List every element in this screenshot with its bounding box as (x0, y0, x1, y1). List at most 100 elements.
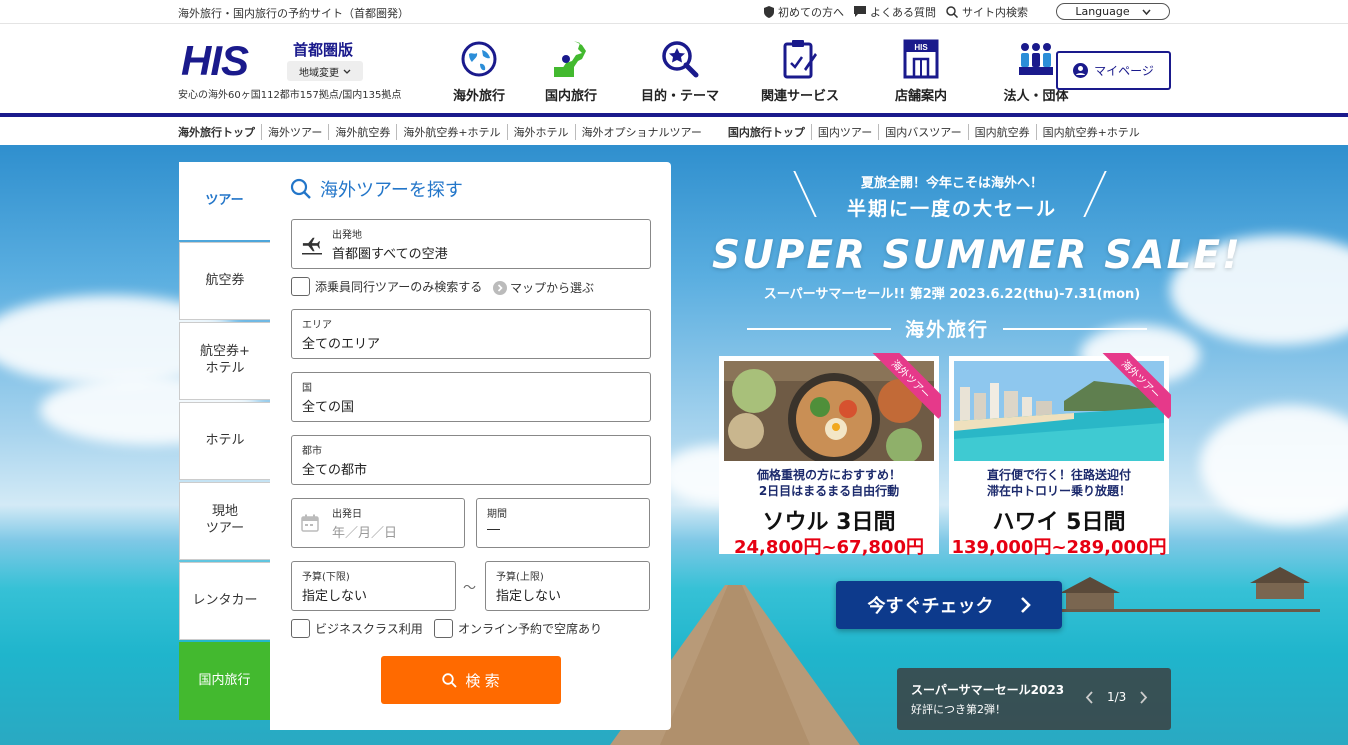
japan-map-icon (552, 37, 590, 81)
subnav-domestic-air[interactable]: 国内航空券 (967, 124, 1036, 140)
subnav-domestic-bus[interactable]: 国内バスツアー (878, 124, 967, 140)
online-available-checkbox[interactable]: オンライン予約で空席あり (434, 619, 602, 638)
tour-search-panel: 海外ツアーを探す 出発地 首都圏すべての空港 添乗員同行ツアーのみ検索する マッ… (270, 162, 671, 730)
subnav-overseas-air[interactable]: 海外航空券 (328, 124, 396, 140)
budget-separator: ～ (463, 581, 477, 596)
faq-link[interactable]: よくある質問 (854, 4, 936, 20)
nav-theme[interactable]: 目的・テーマ (618, 37, 742, 104)
slider-controls: 1/3 (1085, 690, 1148, 704)
cloud (1200, 405, 1348, 525)
subnav-overseas-air-hotel[interactable]: 海外航空券+ホテル (396, 124, 506, 140)
globe-icon (460, 37, 498, 81)
deal-card-seoul[interactable]: 海外ツアー 価格重視の方におすすめ！ 2日目はまるまる自由行動 ソウル 3日間 … (719, 353, 941, 558)
subnav-overseas-top[interactable]: 海外旅行トップ (178, 124, 261, 140)
site-search-link[interactable]: サイト内検索 (946, 4, 1028, 20)
budget-min-field[interactable]: 予算(下限) 指定しない (291, 561, 456, 611)
search-icon (442, 672, 458, 688)
tab-tour[interactable]: ツアー (179, 162, 270, 240)
nav-overseas[interactable]: 海外旅行 (434, 37, 524, 104)
deal-destination: ハワイ 5日間 (992, 510, 1126, 535)
slide-title: スーパーサマーセール2023 (911, 683, 1065, 697)
main-header: HIS 首都圏版 地域変更 安心の海外60ヶ国112都市157拠点/国内135拠… (0, 25, 1348, 114)
svg-text:HIS: HIS (181, 37, 249, 83)
city-field[interactable]: 都市 全ての都市 (291, 435, 651, 485)
business-class-checkbox[interactable]: ビジネスクラス利用 (291, 619, 423, 638)
search-panel-title: 海外ツアーを探す (290, 176, 463, 202)
utility-links: 初めての方へ よくある質問 サイト内検索 Language (764, 3, 1170, 20)
sub-nav-list: 海外旅行トップ 海外ツアー 海外航空券 海外航空券+ホテル 海外ホテル 海外オプ… (178, 124, 1146, 140)
chevron-right-icon (1020, 596, 1031, 614)
slide-counter: 1/3 (1107, 690, 1127, 704)
deal-price: 24,800円~67,800円 (733, 537, 924, 558)
sale-headline: SUPER SUMMER SALE! (712, 233, 1242, 278)
map-select-link[interactable]: マップから選ぶ (493, 279, 594, 296)
deal-description: 直行便で行く！往路送迎付 滞在中トロリー乗り放題！ (986, 468, 1131, 499)
promo-header: 夏旅全開！今年こそは海外へ！ 半期に一度の大セール (846, 176, 1057, 220)
mypage-button[interactable]: マイページ (1056, 51, 1171, 90)
first-time-link[interactable]: 初めての方へ (764, 4, 844, 20)
store-icon: HIS (903, 37, 939, 81)
subnav-domestic-tour[interactable]: 国内ツアー (810, 124, 878, 140)
chat-icon (854, 6, 866, 17)
deal-price: 139,000円~289,000円 (951, 537, 1167, 558)
deal-destination: ソウル 3日間 (762, 510, 896, 535)
sale-period: スーパーサマーセール!! 第2弾 2023.6.22(thu)-7.31(mon… (763, 287, 1141, 302)
subnav-domestic-air-hotel[interactable]: 国内航空券+ホテル (1035, 124, 1146, 140)
subnav-overseas-tour[interactable]: 海外ツアー (261, 124, 328, 140)
promo-category: 海外旅行 (747, 315, 1148, 342)
budget-max-field[interactable]: 予算(上限) 指定しない (485, 561, 650, 611)
area-field[interactable]: エリア 全てのエリア (291, 309, 651, 359)
search-button[interactable]: 検 索 (381, 656, 561, 704)
tab-hotel[interactable]: ホテル (179, 402, 270, 480)
deal-card-hawaii[interactable]: 海外ツアー 直行便で行く！往路送迎付 滞在中トロリー乗り放題！ ハワイ 5日間 … (949, 353, 1171, 558)
chevron-right-circle-icon (493, 280, 507, 295)
search-icon (290, 178, 312, 200)
deal-description: 価格重視の方におすすめ！ 2日目はまるまる自由行動 (756, 468, 901, 499)
subnav-overseas-optional[interactable]: 海外オプショナルツアー (574, 124, 708, 140)
his-logo[interactable]: HIS (181, 37, 276, 84)
duration-field[interactable]: 期間 ― (476, 498, 650, 548)
nav-stores[interactable]: HIS 店舗案内 (858, 37, 984, 104)
region-change-button[interactable]: 地域変更 (287, 61, 363, 81)
country-field[interactable]: 国 全ての国 (291, 372, 651, 422)
nav-services[interactable]: 関連サービス (742, 37, 858, 104)
region-name: 首都圏版 (293, 41, 354, 59)
language-select[interactable]: Language (1056, 3, 1170, 20)
airplane-icon (302, 235, 322, 255)
subnav-domestic-top[interactable]: 国内旅行トップ (722, 124, 811, 140)
nav-domestic[interactable]: 国内旅行 (524, 37, 618, 104)
shield-icon (764, 5, 774, 18)
subnav-overseas-hotel[interactable]: 海外ホテル (506, 124, 575, 140)
search-icon (946, 5, 958, 18)
site-tagline: 海外旅行・国内旅行の予約サイト（首都圏発） (178, 7, 409, 20)
departure-date-field[interactable]: 出発日 年／月／日 (291, 498, 465, 548)
group-icon (1018, 37, 1054, 81)
tab-flight[interactable]: 航空券 (179, 242, 270, 320)
check-now-button[interactable]: 今すぐチェック (836, 581, 1062, 629)
tab-local-tour[interactable]: 現地 ツアー (179, 482, 270, 560)
chevron-down-icon (1142, 9, 1151, 15)
chevron-right-icon[interactable] (1140, 690, 1148, 704)
store-count-note: 安心の海外60ヶ国112都市157拠点/国内135拠点 (178, 90, 402, 101)
conductor-only-checkbox[interactable]: 添乗員同行ツアーのみ検索する (291, 277, 482, 296)
chevron-left-icon[interactable] (1085, 690, 1093, 704)
top-utility-bar: 海外旅行・国内旅行の予約サイト（首都圏発） 初めての方へ よくある質問 サイト内… (0, 0, 1348, 24)
svg-text:HIS: HIS (914, 43, 928, 52)
tab-flight-hotel[interactable]: 航空券+ ホテル (179, 322, 270, 400)
main-nav: 海外旅行 国内旅行 目的・テーマ 関連サービス HIS 店舗案内 法人・団体 (434, 37, 1088, 104)
tour-ribbon: 海外ツアー (871, 353, 941, 423)
clipboard-icon (782, 37, 818, 81)
sub-nav: 海外旅行トップ 海外ツアー 海外航空券 海外航空券+ホテル 海外ホテル 海外オプ… (0, 117, 1348, 145)
tour-ribbon: 海外ツアー (1101, 353, 1171, 423)
summer-sale-promo: 夏旅全開！今年こそは海外へ！ 半期に一度の大セール SUPER SUMMER S… (712, 165, 1242, 635)
theme-search-icon (660, 37, 700, 81)
banner-slider-caption: スーパーサマーセール2023 好評につき第2弾！ 1/3 (897, 668, 1171, 730)
tab-rental-car[interactable]: レンタカー (179, 562, 270, 640)
tab-domestic[interactable]: 国内旅行 (179, 642, 270, 720)
slide-subtitle: 好評につき第2弾！ (911, 703, 1006, 716)
search-type-tabs: ツアー 航空券 航空券+ ホテル ホテル 現地 ツアー レンタカー 国内旅行 (179, 162, 270, 722)
chevron-down-icon (343, 69, 351, 74)
calendar-icon (301, 514, 319, 532)
departure-field[interactable]: 出発地 首都圏すべての空港 (291, 219, 651, 269)
user-icon (1073, 63, 1089, 78)
